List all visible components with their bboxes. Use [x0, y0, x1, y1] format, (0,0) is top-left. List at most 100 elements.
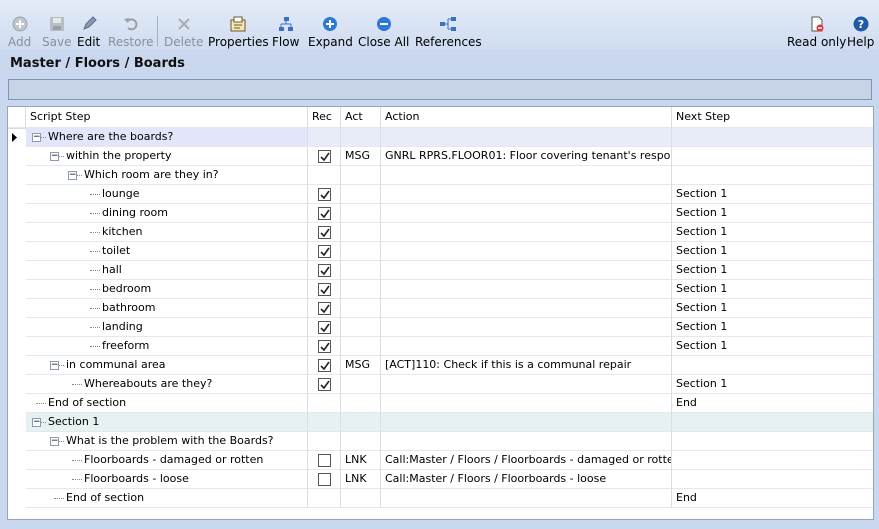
- column-header-rec[interactable]: Rec: [308, 107, 341, 128]
- next-step-cell[interactable]: [672, 147, 873, 166]
- action-cell[interactable]: [381, 204, 672, 223]
- rec-checkbox[interactable]: [318, 359, 331, 372]
- close-all-button[interactable]: Close All: [358, 15, 409, 49]
- delete-button[interactable]: Delete: [164, 15, 203, 49]
- next-step-cell[interactable]: Section 1: [672, 261, 873, 280]
- table-row[interactable]: − within the property MSG GNRL RPRS.FLOOR01…: [8, 147, 873, 166]
- act-cell[interactable]: [341, 394, 381, 413]
- script-step-cell[interactable]: lounge: [26, 185, 308, 204]
- script-step-cell[interactable]: landing: [26, 318, 308, 337]
- action-cell[interactable]: [381, 299, 672, 318]
- rec-checkbox[interactable]: [318, 264, 331, 277]
- row-selector[interactable]: [8, 375, 26, 394]
- script-step-cell[interactable]: − What is the problem with the Boards?: [26, 432, 308, 451]
- table-row[interactable]: − Where are the boards?: [8, 128, 873, 147]
- next-step-cell[interactable]: Section 1: [672, 299, 873, 318]
- rec-checkbox[interactable]: [318, 188, 331, 201]
- table-row[interactable]: kitchen Section 1: [8, 223, 873, 242]
- row-selector[interactable]: [8, 470, 26, 489]
- table-row[interactable]: Whereabouts are they? Section 1: [8, 375, 873, 394]
- references-button[interactable]: References: [415, 15, 482, 49]
- act-cell[interactable]: [341, 128, 381, 147]
- act-cell[interactable]: [341, 185, 381, 204]
- row-selector[interactable]: [8, 166, 26, 185]
- collapse-toggle-icon[interactable]: −: [68, 171, 77, 180]
- act-cell[interactable]: [341, 204, 381, 223]
- act-cell[interactable]: [341, 223, 381, 242]
- next-step-cell[interactable]: [672, 432, 873, 451]
- script-step-cell[interactable]: dining room: [26, 204, 308, 223]
- rec-checkbox[interactable]: [318, 245, 331, 258]
- row-selector[interactable]: [8, 261, 26, 280]
- action-cell[interactable]: [381, 375, 672, 394]
- collapse-toggle-icon[interactable]: −: [32, 418, 41, 427]
- act-cell[interactable]: [341, 242, 381, 261]
- next-step-cell[interactable]: Section 1: [672, 204, 873, 223]
- act-cell[interactable]: [341, 299, 381, 318]
- script-step-cell[interactable]: End of section: [26, 489, 308, 508]
- rec-checkbox[interactable]: [318, 283, 331, 296]
- act-cell[interactable]: [341, 489, 381, 508]
- table-row[interactable]: End of section End: [8, 489, 873, 508]
- script-step-cell[interactable]: End of section: [26, 394, 308, 413]
- script-step-cell[interactable]: Floorboards - loose: [26, 470, 308, 489]
- restore-button[interactable]: Restore: [108, 15, 154, 49]
- table-row[interactable]: hall Section 1: [8, 261, 873, 280]
- act-cell[interactable]: LNK: [341, 470, 381, 489]
- act-cell[interactable]: [341, 432, 381, 451]
- action-cell[interactable]: [381, 394, 672, 413]
- row-selector[interactable]: [8, 432, 26, 451]
- column-header-next-step[interactable]: Next Step: [672, 107, 873, 128]
- properties-button[interactable]: Properties: [208, 15, 269, 49]
- edit-button[interactable]: Edit: [77, 15, 100, 49]
- row-selector[interactable]: [8, 413, 26, 432]
- act-cell[interactable]: MSG: [341, 356, 381, 375]
- next-step-cell[interactable]: [672, 470, 873, 489]
- row-selector[interactable]: [8, 223, 26, 242]
- rec-checkbox[interactable]: [318, 340, 331, 353]
- collapse-toggle-icon[interactable]: −: [50, 152, 59, 161]
- script-step-cell[interactable]: − Which room are they in?: [26, 166, 308, 185]
- script-step-cell[interactable]: toilet: [26, 242, 308, 261]
- action-cell[interactable]: [381, 413, 672, 432]
- save-button[interactable]: Save: [42, 15, 71, 49]
- action-cell[interactable]: [381, 128, 672, 147]
- action-cell[interactable]: [ACT]110: Check if this is a communal re…: [381, 356, 672, 375]
- next-step-cell[interactable]: [672, 413, 873, 432]
- next-step-cell[interactable]: [672, 356, 873, 375]
- script-step-cell[interactable]: freeform: [26, 337, 308, 356]
- rec-checkbox[interactable]: [318, 378, 331, 391]
- row-selector[interactable]: [8, 147, 26, 166]
- row-selector[interactable]: [8, 204, 26, 223]
- flow-button[interactable]: Flow: [272, 15, 299, 49]
- act-cell[interactable]: LNK: [341, 451, 381, 470]
- row-selector[interactable]: [8, 299, 26, 318]
- row-selector[interactable]: [8, 128, 26, 147]
- add-button[interactable]: Add: [8, 15, 31, 49]
- script-step-cell[interactable]: Floorboards - damaged or rotten: [26, 451, 308, 470]
- action-cell[interactable]: [381, 432, 672, 451]
- script-step-cell[interactable]: − Section 1: [26, 413, 308, 432]
- table-row[interactable]: freeform Section 1: [8, 337, 873, 356]
- script-step-cell[interactable]: Whereabouts are they?: [26, 375, 308, 394]
- act-cell[interactable]: [341, 280, 381, 299]
- script-step-cell[interactable]: − in communal area: [26, 356, 308, 375]
- row-selector[interactable]: [8, 451, 26, 470]
- rec-checkbox[interactable]: [318, 302, 331, 315]
- action-cell[interactable]: Call:Master / Floors / Floorboards - loo…: [381, 470, 672, 489]
- act-cell[interactable]: MSG: [341, 147, 381, 166]
- next-step-cell[interactable]: Section 1: [672, 375, 873, 394]
- row-selector[interactable]: [8, 489, 26, 508]
- act-cell[interactable]: [341, 337, 381, 356]
- rec-checkbox[interactable]: [318, 454, 331, 467]
- action-cell[interactable]: GNRL RPRS.FLOOR01: Floor covering tenant…: [381, 147, 672, 166]
- table-row[interactable]: Floorboards - damaged or rotten LNK Call:M…: [8, 451, 873, 470]
- next-step-cell[interactable]: Section 1: [672, 223, 873, 242]
- row-selector[interactable]: [8, 356, 26, 375]
- row-selector[interactable]: [8, 280, 26, 299]
- table-row[interactable]: bathroom Section 1: [8, 299, 873, 318]
- action-cell[interactable]: [381, 242, 672, 261]
- row-selector[interactable]: [8, 337, 26, 356]
- action-cell[interactable]: [381, 223, 672, 242]
- script-step-cell[interactable]: − Where are the boards?: [26, 128, 308, 147]
